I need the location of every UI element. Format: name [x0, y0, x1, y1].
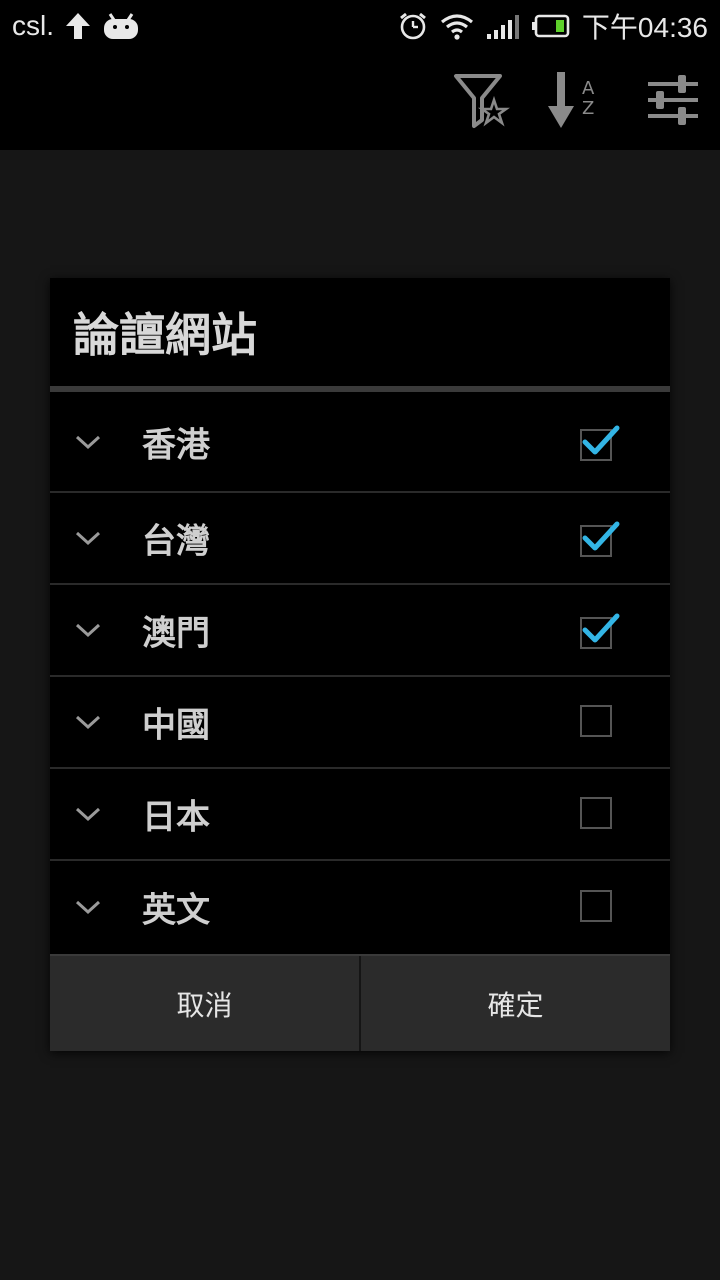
- region-list: 香港 台灣 澳門 中國 日本 英文: [50, 392, 670, 953]
- battery-icon: [531, 14, 570, 38]
- upload-arrow-icon: [66, 13, 90, 39]
- signal-icon: [486, 15, 519, 39]
- action-bar: A Z: [0, 52, 720, 150]
- list-item-macau[interactable]: 澳門: [50, 585, 670, 677]
- chevron-down-icon[interactable]: [75, 526, 101, 550]
- chevron-down-icon[interactable]: [75, 895, 101, 919]
- sort-az-icon[interactable]: A Z: [536, 70, 598, 132]
- wifi-icon: [440, 14, 473, 40]
- alarm-icon: [399, 12, 426, 40]
- list-item-china[interactable]: 中國: [50, 677, 670, 769]
- checkbox-unchecked[interactable]: [579, 702, 623, 742]
- list-item-label: 中國: [142, 705, 210, 746]
- clock: 下午04:36: [581, 12, 708, 43]
- chevron-down-icon[interactable]: [75, 430, 101, 454]
- list-item-label: 台灣: [142, 521, 210, 562]
- list-item-label: 香港: [142, 425, 210, 465]
- list-item-label: 日本: [142, 797, 210, 838]
- checkbox-checked[interactable]: [579, 518, 623, 558]
- list-item-hongkong[interactable]: 香港: [50, 392, 670, 493]
- checkbox-checked[interactable]: [579, 610, 623, 650]
- checkbox-checked[interactable]: [579, 422, 623, 462]
- status-bar: csl. 下午04:36: [0, 0, 720, 52]
- ok-button[interactable]: 確定: [359, 956, 670, 1051]
- list-item-label: 澳門: [142, 613, 210, 654]
- list-item-taiwan[interactable]: 台灣: [50, 493, 670, 585]
- dialog-button-bar: 取消 確定: [50, 954, 670, 1051]
- chevron-down-icon[interactable]: [75, 618, 101, 642]
- android-icon: [104, 13, 138, 39]
- checkbox-unchecked[interactable]: [579, 887, 623, 927]
- list-item-label: 英文: [142, 890, 210, 931]
- filter-favorite-icon[interactable]: [448, 70, 510, 132]
- carrier-name: csl.: [12, 10, 54, 41]
- checkbox-unchecked[interactable]: [579, 794, 623, 834]
- cancel-button[interactable]: 取消: [50, 956, 359, 1051]
- chevron-down-icon[interactable]: [75, 710, 101, 734]
- svg-text:A: A: [582, 78, 595, 99]
- svg-text:Z: Z: [582, 98, 594, 119]
- site-filter-dialog: 論譠網站 香港 台灣 澳門 中國 日本 英文 取消 確定: [50, 278, 670, 1051]
- list-item-japan[interactable]: 日本: [50, 769, 670, 861]
- chevron-down-icon[interactable]: [75, 802, 101, 826]
- list-item-english[interactable]: 英文: [50, 861, 670, 953]
- settings-sliders-icon[interactable]: [642, 70, 704, 132]
- dialog-title: 論譠網站: [73, 308, 257, 362]
